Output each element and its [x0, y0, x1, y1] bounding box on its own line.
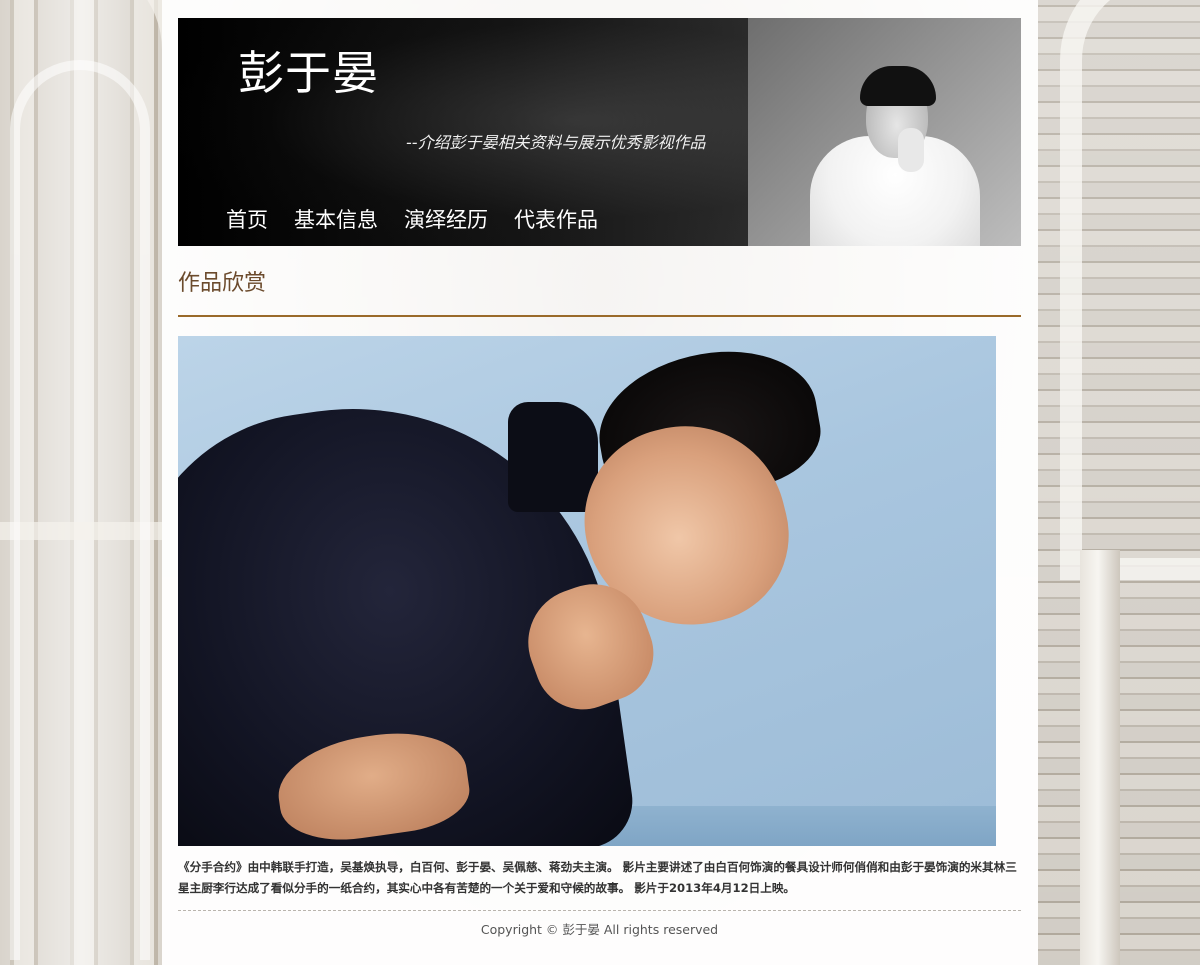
main-nav: 首页 基本信息 演绎经历 代表作品	[226, 208, 624, 233]
page-container: 彭于晏 --介绍彭于晏相关资料与展示优秀影视作品 首页 基本信息 演绎经历 代表…	[162, 0, 1038, 965]
background-arch-right	[1060, 0, 1200, 580]
photo-collar-shape	[508, 402, 598, 512]
header-portrait-photo	[748, 18, 1021, 246]
site-header: 彭于晏 --介绍彭于晏相关资料与展示优秀影视作品 首页 基本信息 演绎经历 代表…	[178, 18, 1021, 246]
nav-item-works[interactable]: 代表作品	[514, 208, 598, 233]
background-arch-left-inner	[10, 60, 150, 960]
section-divider	[178, 315, 1021, 317]
footer-divider	[178, 910, 1021, 911]
nav-item-home[interactable]: 首页	[226, 208, 268, 233]
background-pillar-right	[1080, 550, 1120, 965]
portrait-hand-shape	[898, 128, 924, 172]
site-subtitle: --介绍彭于晏相关资料与展示优秀影视作品	[406, 133, 706, 152]
nav-item-basic-info[interactable]: 基本信息	[294, 208, 378, 233]
section-title: 作品欣赏	[178, 271, 267, 296]
nav-item-career[interactable]: 演绎经历	[404, 208, 488, 233]
photo-caption: 《分手合约》由中韩联手打造，吴基焕执导，白百何、彭于晏、吴佩慈、蒋劲夫主演。 影…	[178, 860, 1017, 895]
portrait-hair-shape	[860, 66, 936, 106]
feature-photo	[178, 336, 996, 846]
site-title: 彭于晏	[238, 46, 379, 100]
footer-copyright: Copyright © 彭于晏 All rights reserved	[480, 922, 719, 937]
